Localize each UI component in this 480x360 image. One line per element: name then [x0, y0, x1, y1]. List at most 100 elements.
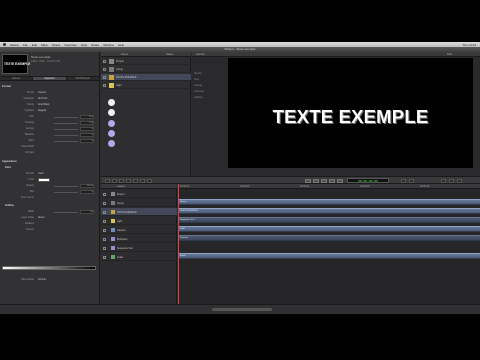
row-texture[interactable]: Texture	[2, 228, 98, 232]
row-width[interactable]: Width 2.0	[2, 210, 98, 214]
opacity-slider[interactable]	[54, 185, 78, 187]
row-number[interactable]: 0 %	[80, 121, 94, 125]
row-tracking[interactable]: Tracking 0 %	[2, 121, 98, 125]
row-number[interactable]: 72.0	[80, 115, 94, 119]
previous-frame-button[interactable]	[313, 178, 319, 183]
baseline-slider[interactable]	[54, 134, 78, 136]
bounding-handle[interactable]	[247, 109, 249, 111]
row-blur[interactable]: Blur 0	[2, 190, 98, 194]
timeline-layer-row[interactable]: Behaviors	[101, 235, 177, 243]
layer-checkbox[interactable]	[103, 68, 106, 71]
tab-library[interactable]: Library	[0, 77, 34, 80]
menu-item-mark[interactable]: Mark	[41, 43, 48, 47]
section-face[interactable]: Face	[5, 166, 101, 170]
menu-item-favorites[interactable]: Favorites	[64, 43, 76, 47]
row-slant[interactable]: Slant 0	[2, 139, 98, 143]
view-button[interactable]	[441, 178, 446, 183]
layer-checkbox[interactable]	[103, 247, 106, 250]
timeline-track[interactable]: Camera	[178, 235, 480, 241]
menu-item-edit[interactable]: Edit	[32, 43, 37, 47]
slant-slider[interactable]	[54, 140, 78, 142]
bounding-handle[interactable]	[451, 109, 453, 111]
canvas-title-text[interactable]: TEXTE EXEMPLE	[228, 106, 473, 128]
layer-checkbox[interactable]	[103, 76, 106, 79]
timeline-layer-row[interactable]: Light	[101, 217, 177, 225]
row-blend-mode[interactable]: Blend Mode Normal	[2, 278, 98, 282]
row-number[interactable]: 100 %	[80, 184, 94, 188]
row-number[interactable]: 2.0	[80, 210, 94, 214]
menu-item-help[interactable]: Help	[118, 43, 124, 47]
layer-checkbox[interactable]	[103, 84, 106, 87]
behavior-circle-icon[interactable]	[108, 120, 115, 127]
layers-col-status[interactable]: Status	[166, 53, 173, 56]
tracking-slider[interactable]	[54, 122, 78, 124]
gradient-editor[interactable]	[2, 266, 96, 270]
row-opacity[interactable]: Opacity 100 %	[2, 184, 98, 188]
size-slider[interactable]	[54, 116, 78, 118]
tool-button[interactable]	[140, 178, 145, 183]
timeline-layer-row-selected[interactable]: TEXTE EXEMPLE	[101, 208, 177, 216]
timecode-display[interactable]: 00:00:00;00	[347, 178, 389, 183]
blur-slider[interactable]	[54, 191, 78, 193]
audio-button[interactable]	[409, 178, 414, 183]
layer-row[interactable]: Project	[101, 58, 191, 65]
bounding-handle[interactable]	[451, 125, 453, 127]
behavior-circle-icon[interactable]	[108, 99, 115, 106]
menu-item-share[interactable]: Share	[91, 43, 99, 47]
row-layer-order[interactable]: Layer Order Above	[2, 216, 98, 220]
row-all-caps[interactable]: All Caps	[2, 151, 98, 155]
layer-checkbox[interactable]	[103, 202, 106, 205]
row-kerning[interactable]: Kerning 0	[2, 127, 98, 131]
layer-checkbox[interactable]	[103, 256, 106, 259]
go-to-end-button[interactable]	[337, 178, 343, 183]
loop-button[interactable]	[401, 178, 406, 183]
row-value[interactable]: Arial Black	[38, 103, 49, 106]
menu-item-object[interactable]: Object	[52, 43, 61, 47]
layer-checkbox[interactable]	[103, 60, 106, 63]
timeline-track[interactable]: Group	[178, 199, 480, 205]
row-number[interactable]: 0	[80, 127, 94, 131]
row-four-corner[interactable]: Four Corner	[2, 196, 98, 200]
timeline-track-selected[interactable]: TEXTE EXEMPLE	[178, 208, 480, 214]
go-to-start-button[interactable]	[305, 178, 311, 183]
timeline-layer-row[interactable]: Camera	[101, 226, 177, 234]
row-size[interactable]: Size 72.0	[2, 115, 98, 119]
row-value[interactable]: Custom	[38, 91, 46, 94]
tool-button[interactable]	[112, 178, 117, 183]
kerning-slider[interactable]	[54, 128, 78, 130]
timeline-layer-row[interactable]: Group	[101, 199, 177, 207]
record-button[interactable]	[105, 178, 110, 183]
zoom-level[interactable]: 50%	[447, 53, 452, 56]
timeline-layer-row[interactable]: Sequence Text	[101, 244, 177, 252]
view-button[interactable]	[457, 178, 462, 183]
timeline-track[interactable]: Audio	[178, 253, 480, 259]
menu-item-view[interactable]: View	[81, 43, 87, 47]
layer-checkbox[interactable]	[103, 211, 106, 214]
layer-row[interactable]: Light	[101, 82, 191, 89]
canvas[interactable]: TEXTE EXEMPLE	[228, 58, 473, 168]
row-value[interactable]: Above	[38, 216, 45, 219]
timeline-layer-row[interactable]: Audio	[101, 253, 177, 261]
menu-item-app[interactable]: Motion	[10, 43, 19, 47]
play-button[interactable]	[321, 178, 327, 183]
color-swatch[interactable]	[38, 178, 50, 182]
apple-icon[interactable]	[3, 43, 6, 46]
row-family[interactable]: Family Arial Black	[2, 103, 98, 107]
row-gradient[interactable]: Gradient	[2, 222, 98, 226]
timeline-track[interactable]: Light	[178, 226, 480, 232]
behavior-circle-icon[interactable]	[108, 109, 115, 116]
row-number[interactable]: 0	[80, 190, 94, 194]
project-thumbnail[interactable]: TEXTE EXEMPLE	[2, 54, 30, 74]
section-outline[interactable]: Outline	[5, 204, 101, 208]
tool-button[interactable]	[147, 178, 152, 183]
row-fill-with[interactable]: Fill with Color	[2, 172, 98, 176]
row-preset[interactable]: Preset Custom	[2, 91, 98, 95]
section-format[interactable]: Format	[2, 85, 98, 89]
timeline-track[interactable]: Sequence Text	[178, 217, 480, 223]
tool-button[interactable]	[133, 178, 138, 183]
row-collection[interactable]: Collection All Fonts	[2, 97, 98, 101]
width-slider[interactable]	[54, 211, 78, 213]
playhead[interactable]	[178, 184, 179, 304]
behavior-circle-icon[interactable]	[108, 140, 115, 147]
row-number[interactable]: 0	[80, 139, 94, 143]
